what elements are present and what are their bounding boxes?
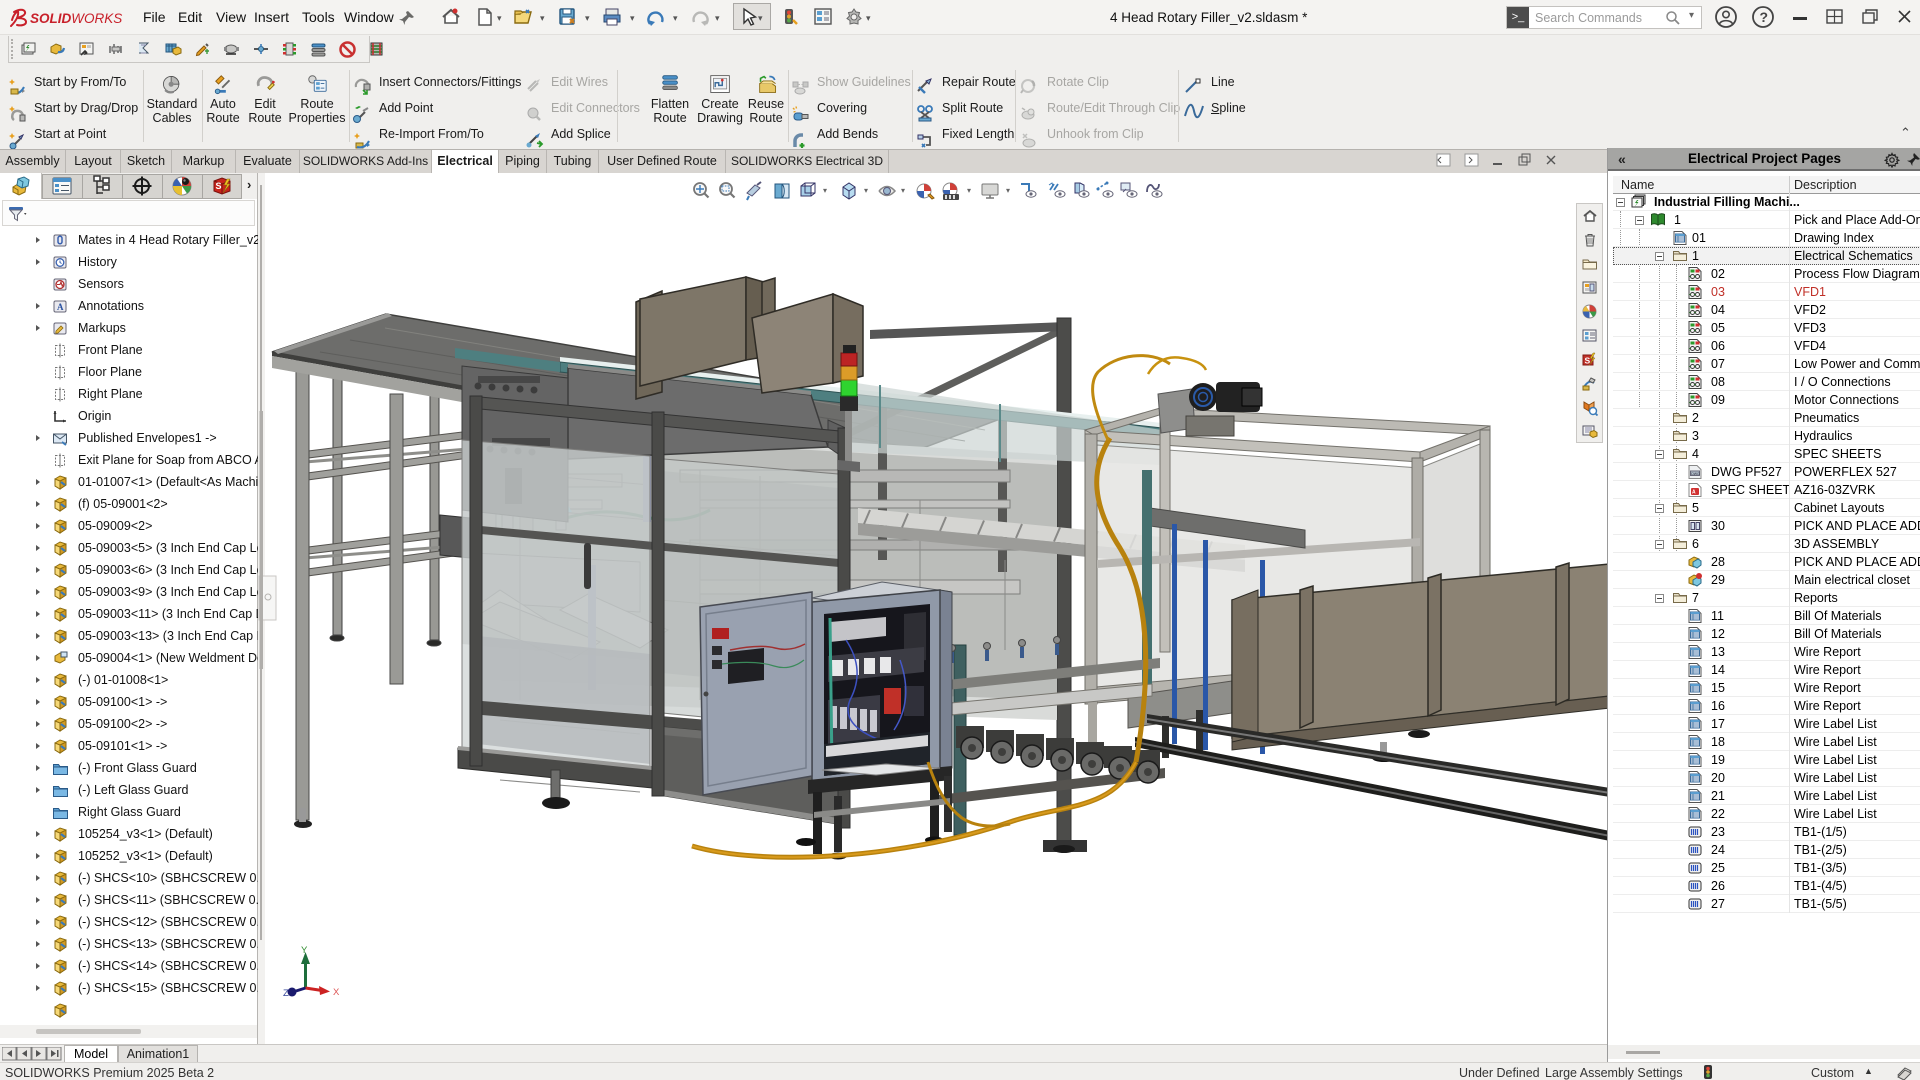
svg-text:SOLIDWORKS: SOLIDWORKS	[30, 11, 122, 26]
svg-text:DWG: DWG	[1691, 472, 1700, 476]
svg-text:Z: Z	[283, 988, 289, 999]
svg-text:Y: Y	[301, 945, 308, 956]
svg-text:S: S	[216, 181, 222, 191]
svg-text:?: ?	[1760, 9, 1769, 25]
svg-text:A: A	[1692, 490, 1696, 496]
svg-text:X: X	[333, 987, 340, 998]
svg-text:A: A	[57, 302, 64, 312]
